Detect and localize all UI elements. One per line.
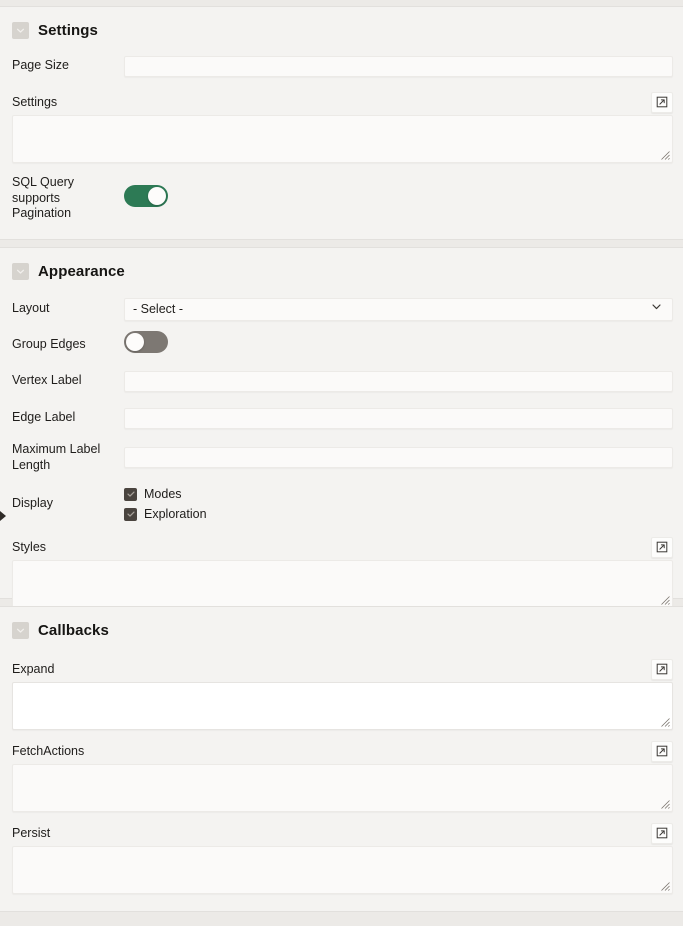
section-header-settings[interactable]: Settings xyxy=(12,7,673,43)
section-title-callbacks: Callbacks xyxy=(38,622,109,639)
checkbox-exploration[interactable] xyxy=(124,507,137,521)
section-settings: Settings Page Size Settings SQL Query su… xyxy=(0,6,683,240)
label-edge-label: Edge Label xyxy=(12,410,76,425)
row-page-size: Page Size xyxy=(12,53,673,79)
popout-expand-icon[interactable] xyxy=(651,536,673,558)
label-vertex-label: Vertex Label xyxy=(12,373,82,388)
styles-textarea[interactable] xyxy=(12,560,673,608)
label-layout: Layout xyxy=(12,301,50,316)
expand-textarea-wrap xyxy=(12,682,673,730)
chevron-down-icon[interactable] xyxy=(12,622,29,639)
settings-textarea-wrap xyxy=(12,115,673,163)
section-appearance: Appearance Layout - Select - Group Edges xyxy=(0,247,683,608)
label-fetchactions: FetchActions xyxy=(12,744,85,758)
fetchactions-textarea-wrap xyxy=(12,764,673,812)
row-group-edges: Group Edges xyxy=(12,331,673,358)
row-styles-editor-header: Styles xyxy=(12,534,673,560)
toggle-knob xyxy=(126,333,144,351)
row-vertex-label: Vertex Label xyxy=(12,368,673,394)
row-fetchactions-editor-header: FetchActions xyxy=(12,738,673,764)
expand-textarea[interactable] xyxy=(12,682,673,730)
section-callbacks: Callbacks Expand FetchActions Persist xyxy=(0,606,683,912)
checkbox-exploration-label: Exploration xyxy=(144,507,207,521)
row-edge-label: Edge Label xyxy=(12,405,673,431)
label-group-edges: Group Edges xyxy=(12,336,86,351)
popout-expand-icon[interactable] xyxy=(651,658,673,680)
label-settings: Settings xyxy=(12,95,58,109)
row-expand-editor-header: Expand xyxy=(12,656,673,682)
section-header-appearance[interactable]: Appearance xyxy=(12,248,673,284)
checkbox-exploration-row[interactable]: Exploration xyxy=(124,504,673,524)
row-maximum-label-length: Maximum Label Length xyxy=(12,442,673,473)
checkbox-modes-label: Modes xyxy=(144,487,182,501)
layout-select-value: - Select - xyxy=(133,302,184,316)
chevron-down-icon[interactable] xyxy=(12,22,29,39)
label-display: Display xyxy=(12,496,53,511)
row-persist-editor-header: Persist xyxy=(12,820,673,846)
toggle-knob xyxy=(148,186,166,205)
label-sql-pagination: SQL Query supports Pagination xyxy=(12,175,75,220)
chevron-down-icon[interactable] xyxy=(12,263,29,280)
label-styles: Styles xyxy=(12,540,47,554)
property-editor-page: Settings Page Size Settings SQL Query su… xyxy=(0,0,683,926)
maximum-label-length-input[interactable] xyxy=(124,447,673,468)
section-header-callbacks[interactable]: Callbacks xyxy=(12,607,673,643)
edge-label-input[interactable] xyxy=(124,407,673,429)
chevron-down-icon xyxy=(650,300,663,318)
row-settings-editor-header: Settings xyxy=(12,89,673,115)
group-edges-toggle[interactable] xyxy=(124,331,168,353)
label-page-size: Page Size xyxy=(12,58,69,73)
fetchactions-textarea[interactable] xyxy=(12,764,673,812)
label-persist: Persist xyxy=(12,826,51,840)
checkbox-modes[interactable] xyxy=(124,487,137,501)
row-sql-pagination: SQL Query supports Pagination xyxy=(12,175,673,222)
styles-textarea-wrap xyxy=(12,560,673,608)
layout-select[interactable]: - Select - xyxy=(124,297,673,321)
page-size-input[interactable] xyxy=(124,55,673,77)
persist-textarea[interactable] xyxy=(12,846,673,894)
popout-expand-icon[interactable] xyxy=(651,740,673,762)
panel-expand-handle-icon[interactable] xyxy=(0,511,6,521)
persist-textarea-wrap xyxy=(12,846,673,894)
popout-expand-icon[interactable] xyxy=(651,91,673,113)
label-expand: Expand xyxy=(12,662,55,676)
row-display: Display Modes Exploration xyxy=(12,484,673,524)
checkbox-modes-row[interactable]: Modes xyxy=(124,484,673,504)
section-title-settings: Settings xyxy=(38,22,98,39)
vertex-label-input[interactable] xyxy=(124,370,673,392)
section-title-appearance: Appearance xyxy=(38,263,125,280)
settings-textarea[interactable] xyxy=(12,115,673,163)
row-layout: Layout - Select - xyxy=(12,296,673,322)
sql-pagination-toggle[interactable] xyxy=(124,184,168,207)
popout-expand-icon[interactable] xyxy=(651,822,673,844)
label-maximum-label-length: Maximum Label Length xyxy=(12,442,101,472)
